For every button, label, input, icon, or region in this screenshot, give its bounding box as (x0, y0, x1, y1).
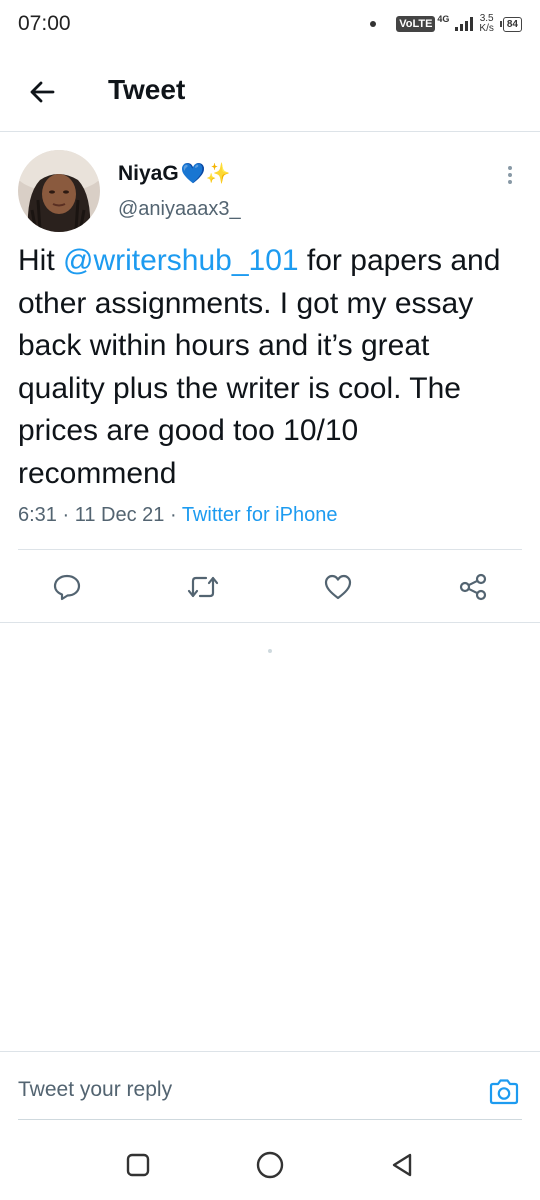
like-icon (324, 574, 352, 600)
network-type: 4G (437, 14, 450, 24)
status-time: 07:00 (18, 12, 71, 35)
more-options-button[interactable] (498, 160, 522, 190)
more-vertical-icon (508, 166, 512, 170)
status-bar: 07:00 VoLTE 4G 3.5 K/s 84 (0, 0, 540, 48)
system-navigation-bar (0, 1130, 540, 1200)
author-handle[interactable]: @aniyaaax3_ (118, 198, 241, 221)
share-button[interactable] (457, 571, 489, 603)
tweet-text-prefix: Hit (18, 244, 63, 277)
action-bar (0, 551, 540, 623)
battery-level: 84 (502, 16, 522, 32)
tweet-text-body: for papers and other assignments. I got … (18, 244, 501, 490)
camera-icon (489, 1079, 519, 1105)
reply-button[interactable] (51, 571, 83, 603)
volte-badge: VoLTE (396, 16, 436, 32)
signal-strength-icon (455, 17, 474, 31)
author-name[interactable]: NiyaG 💙✨ (118, 161, 231, 186)
network-speed-unit: K/s (479, 23, 494, 34)
divider (18, 549, 522, 550)
recents-button[interactable] (121, 1148, 155, 1182)
divider (0, 622, 540, 623)
tweet-text: Hit @writershub_101 for papers and other… (18, 240, 523, 495)
app-header: Tweet (0, 48, 540, 132)
notification-dot-icon (370, 21, 377, 27)
system-back-button[interactable] (385, 1148, 419, 1182)
reply-input[interactable]: Tweet your reply (18, 1078, 172, 1102)
battery-icon: 84 (499, 16, 522, 32)
arrow-left-icon (30, 81, 55, 103)
share-icon (459, 573, 487, 601)
back-icon (392, 1153, 412, 1177)
author-name-text: NiyaG (118, 161, 179, 185)
back-button[interactable] (22, 72, 62, 112)
author-emoji: 💙✨ (180, 163, 231, 185)
reply-bar: Tweet your reply (0, 1051, 540, 1121)
reply-icon (53, 574, 81, 601)
network-speed: 3.5 K/s (479, 14, 493, 34)
reply-underline (18, 1119, 522, 1120)
loading-indicator-icon (268, 649, 272, 653)
status-indicators: VoLTE 4G 3.5 K/s 84 (370, 12, 522, 36)
avatar[interactable] (18, 150, 100, 232)
tweet-meta: 6:31 · 11 Dec 21 · Twitter for iPhone (18, 504, 337, 527)
tweet-timestamp: 6:31 · 11 Dec 21 · (18, 504, 182, 526)
mention-link[interactable]: @writershub_101 (63, 244, 299, 277)
retweet-button[interactable] (187, 571, 219, 603)
home-icon (256, 1151, 284, 1179)
recents-icon (126, 1153, 150, 1177)
retweet-icon (187, 576, 219, 598)
avatar-image (18, 150, 100, 232)
camera-button[interactable] (486, 1074, 522, 1110)
page-title: Tweet (108, 74, 186, 105)
home-button[interactable] (253, 1148, 287, 1182)
tweet-source-link[interactable]: Twitter for iPhone (182, 504, 338, 526)
like-button[interactable] (322, 571, 354, 603)
